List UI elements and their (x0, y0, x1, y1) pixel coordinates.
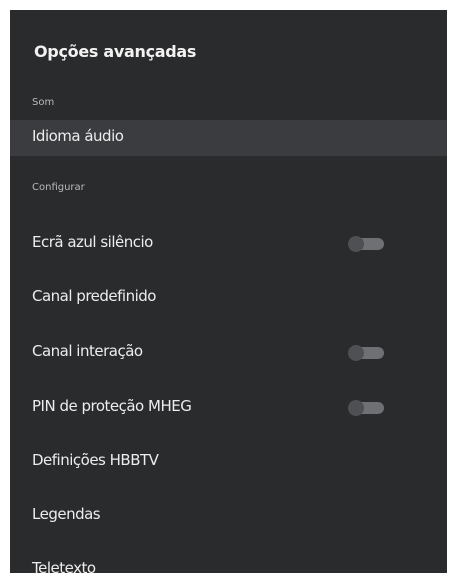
pin-protecao-mheg-toggle[interactable] (348, 400, 386, 416)
menu-item-label: Canal predefinido (32, 287, 156, 305)
menu-item-label: Canal interação (32, 342, 143, 360)
section-label-som: Som (32, 97, 55, 108)
menu-item-ecra-azul-silencio[interactable]: Ecrã azul silêncio (10, 226, 447, 262)
menu-item-label: Legendas (32, 505, 101, 523)
menu-item-canal-predefinido[interactable]: Canal predefinido (10, 280, 447, 316)
toggle-thumb (348, 345, 364, 361)
menu-item-pin-protecao-mheg[interactable]: PIN de proteção MHEG (10, 390, 447, 426)
menu-item-label: Teletexto (32, 559, 96, 573)
menu-item-label: Idioma áudio (32, 127, 124, 145)
menu-item-teletexto[interactable]: Teletexto (10, 552, 447, 573)
canal-interacao-toggle[interactable] (348, 345, 386, 361)
menu-item-label: Ecrã azul silêncio (32, 233, 153, 251)
menu-item-label: PIN de proteção MHEG (32, 397, 192, 415)
advanced-options-panel: Opções avançadas Som Idioma áudio Config… (10, 10, 447, 573)
toggle-thumb (348, 400, 364, 416)
ecra-azul-silencio-toggle[interactable] (348, 236, 386, 252)
menu-item-label: Definições HBBTV (32, 451, 159, 469)
section-label-configurar: Configurar (32, 182, 85, 193)
menu-item-canal-interacao[interactable]: Canal interação (10, 335, 447, 371)
page-title: Opções avançadas (34, 42, 197, 61)
menu-item-idioma-audio[interactable]: Idioma áudio (10, 120, 447, 156)
menu-item-legendas[interactable]: Legendas (10, 498, 447, 534)
menu-item-definicoes-hbbtv[interactable]: Definições HBBTV (10, 444, 447, 480)
toggle-thumb (348, 236, 364, 252)
